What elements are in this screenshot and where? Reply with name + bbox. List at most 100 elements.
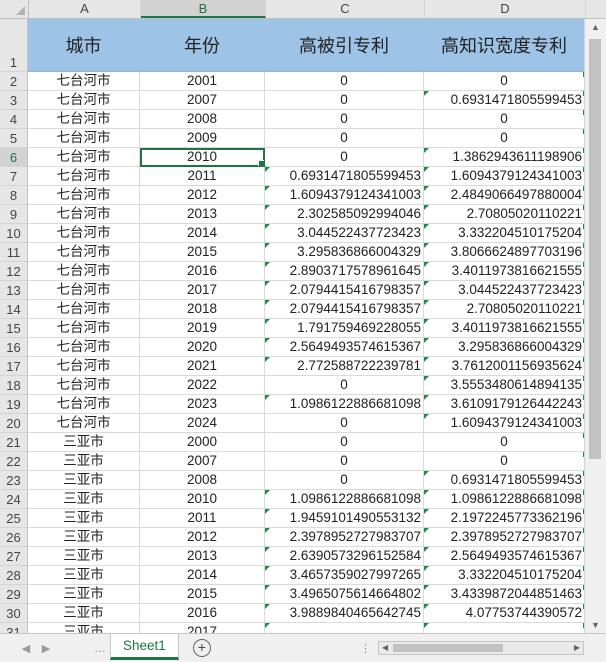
cell-knowledge-breadth[interactable]: 0 (424, 452, 585, 471)
horizontal-scrollbar[interactable]: ◀ ▶ (378, 641, 584, 655)
row-header[interactable]: 27 (0, 547, 28, 566)
header-cell-year[interactable]: 年份 (140, 19, 265, 72)
cell-highly-cited[interactable]: 3.044522437723423 (265, 224, 424, 243)
cell-city[interactable]: 三亚市 (28, 547, 140, 566)
select-all-corner[interactable] (0, 0, 29, 18)
cell-year[interactable]: 2022 (140, 376, 265, 395)
cell-year[interactable]: 2012 (140, 186, 265, 205)
cell-year[interactable]: 2021 (140, 357, 265, 376)
cell-highly-cited[interactable]: 0 (265, 414, 424, 433)
row-header[interactable]: 28 (0, 566, 28, 585)
row-header[interactable]: 4 (0, 110, 28, 129)
cell-city[interactable]: 七台河市 (28, 338, 140, 357)
cell-highly-cited[interactable]: 3.4657359027997265 (265, 566, 424, 585)
cell-knowledge-breadth[interactable]: 3.4339872044851463 (424, 585, 585, 604)
cell-highly-cited[interactable]: 0 (265, 376, 424, 395)
cell-knowledge-breadth[interactable]: 2.4849066497880004 (424, 186, 585, 205)
cell-year[interactable]: 2001 (140, 72, 265, 91)
row-header[interactable]: 23 (0, 471, 28, 490)
cell-knowledge-breadth[interactable]: 1.6094379124341003 (424, 414, 585, 433)
row-header[interactable]: 21 (0, 433, 28, 452)
cell-year[interactable]: 2018 (140, 300, 265, 319)
cell-knowledge-breadth[interactable]: 0 (424, 433, 585, 452)
cell-city[interactable]: 七台河市 (28, 167, 140, 186)
row-header[interactable]: 18 (0, 376, 28, 395)
cell-year[interactable]: 2000 (140, 433, 265, 452)
row-header[interactable]: 7 (0, 167, 28, 186)
cell-year[interactable]: 2010 (140, 148, 265, 167)
cell-knowledge-breadth[interactable]: 1.6094379124341003 (424, 167, 585, 186)
row-header[interactable]: 9 (0, 205, 28, 224)
cell-city[interactable]: 七台河市 (28, 319, 140, 338)
cell-year[interactable]: 2010 (140, 490, 265, 509)
cell-year[interactable]: 2011 (140, 509, 265, 528)
cell-highly-cited[interactable]: 0 (265, 129, 424, 148)
cell-highly-cited[interactable]: 1.791759469228055 (265, 319, 424, 338)
cell-city[interactable]: 七台河市 (28, 395, 140, 414)
cell-year[interactable]: 2017 (140, 281, 265, 300)
cell-highly-cited[interactable]: 1.6094379124341003 (265, 186, 424, 205)
cell-city[interactable]: 七台河市 (28, 186, 140, 205)
cell-year[interactable]: 2014 (140, 566, 265, 585)
cell-city[interactable]: 七台河市 (28, 357, 140, 376)
cell-year[interactable]: 2016 (140, 262, 265, 281)
header-cell-knowledge-breadth[interactable]: 高知识宽度专利 (424, 19, 585, 72)
cell-knowledge-breadth[interactable]: 0 (424, 110, 585, 129)
cell-city[interactable]: 七台河市 (28, 300, 140, 319)
cell-year[interactable]: 2013 (140, 547, 265, 566)
cell-knowledge-breadth[interactable]: 4.07753744390572 (424, 604, 585, 623)
cell-knowledge-breadth[interactable]: 3.7612001156935624 (424, 357, 585, 376)
cell-highly-cited[interactable]: 0 (265, 110, 424, 129)
more-sheets-icon[interactable]: … (90, 641, 110, 655)
row-header[interactable]: 19 (0, 395, 28, 414)
cell-city[interactable]: 三亚市 (28, 528, 140, 547)
cell-highly-cited[interactable]: 2.6390573296152584 (265, 547, 424, 566)
cell-knowledge-breadth[interactable]: 2.3978952727983707 (424, 528, 585, 547)
row-header[interactable]: 5 (0, 129, 28, 148)
cell-knowledge-breadth[interactable]: 1.0986122886681098 (424, 490, 585, 509)
cell-year[interactable]: 2015 (140, 243, 265, 262)
cell-year[interactable]: 2013 (140, 205, 265, 224)
cell-year[interactable]: 2011 (140, 167, 265, 186)
cell-year[interactable]: 2019 (140, 319, 265, 338)
more-options-icon[interactable]: ⋮ (360, 642, 371, 655)
row-header[interactable]: 30 (0, 604, 28, 623)
cell-city[interactable]: 七台河市 (28, 224, 140, 243)
cell-knowledge-breadth[interactable]: 3.044522437723423 (424, 281, 585, 300)
cell-city[interactable]: 七台河市 (28, 129, 140, 148)
scroll-right-icon[interactable]: ▶ (574, 642, 580, 654)
row-header[interactable]: 8 (0, 186, 28, 205)
cell-year[interactable]: 2014 (140, 224, 265, 243)
cell-highly-cited[interactable]: 1.9459101490553132 (265, 509, 424, 528)
cell-city[interactable]: 七台河市 (28, 110, 140, 129)
cell-knowledge-breadth[interactable]: 2.5649493574615367 (424, 547, 585, 566)
cell-knowledge-breadth[interactable]: 2.1972245773362196 (424, 509, 585, 528)
scroll-up-icon[interactable]: ▲ (585, 19, 606, 35)
row-header[interactable]: 12 (0, 262, 28, 281)
header-cell-highly-cited[interactable]: 高被引专利 (265, 19, 424, 72)
row-header[interactable]: 2 (0, 72, 28, 91)
cell-highly-cited[interactable]: 1.0986122886681098 (265, 395, 424, 414)
row-header[interactable]: 24 (0, 490, 28, 509)
cell-city[interactable]: 三亚市 (28, 471, 140, 490)
row-header[interactable]: 29 (0, 585, 28, 604)
cell-knowledge-breadth[interactable]: 3.332204510175204 (424, 224, 585, 243)
cell-knowledge-breadth[interactable]: 3.4011973816621555 (424, 262, 585, 281)
cell-city[interactable]: 七台河市 (28, 281, 140, 300)
row-header[interactable]: 17 (0, 357, 28, 376)
column-header-c[interactable]: C (266, 0, 425, 18)
scroll-left-icon[interactable]: ◀ (382, 642, 388, 654)
cell-year[interactable]: 2008 (140, 471, 265, 490)
cell-highly-cited[interactable]: 2.0794415416798357 (265, 300, 424, 319)
cell-highly-cited[interactable]: 0 (265, 91, 424, 110)
horizontal-scroll-thumb[interactable] (393, 644, 503, 652)
column-header-a[interactable]: A (29, 0, 141, 18)
cell-city[interactable]: 三亚市 (28, 452, 140, 471)
cell-city[interactable]: 七台河市 (28, 262, 140, 281)
cell-year[interactable]: 2007 (140, 452, 265, 471)
row-header[interactable]: 10 (0, 224, 28, 243)
cell-highly-cited[interactable]: 0.6931471805599453 (265, 167, 424, 186)
cell-knowledge-breadth[interactable]: 3.5553480614894135 (424, 376, 585, 395)
cell-city[interactable]: 三亚市 (28, 490, 140, 509)
cell-city[interactable]: 三亚市 (28, 604, 140, 623)
